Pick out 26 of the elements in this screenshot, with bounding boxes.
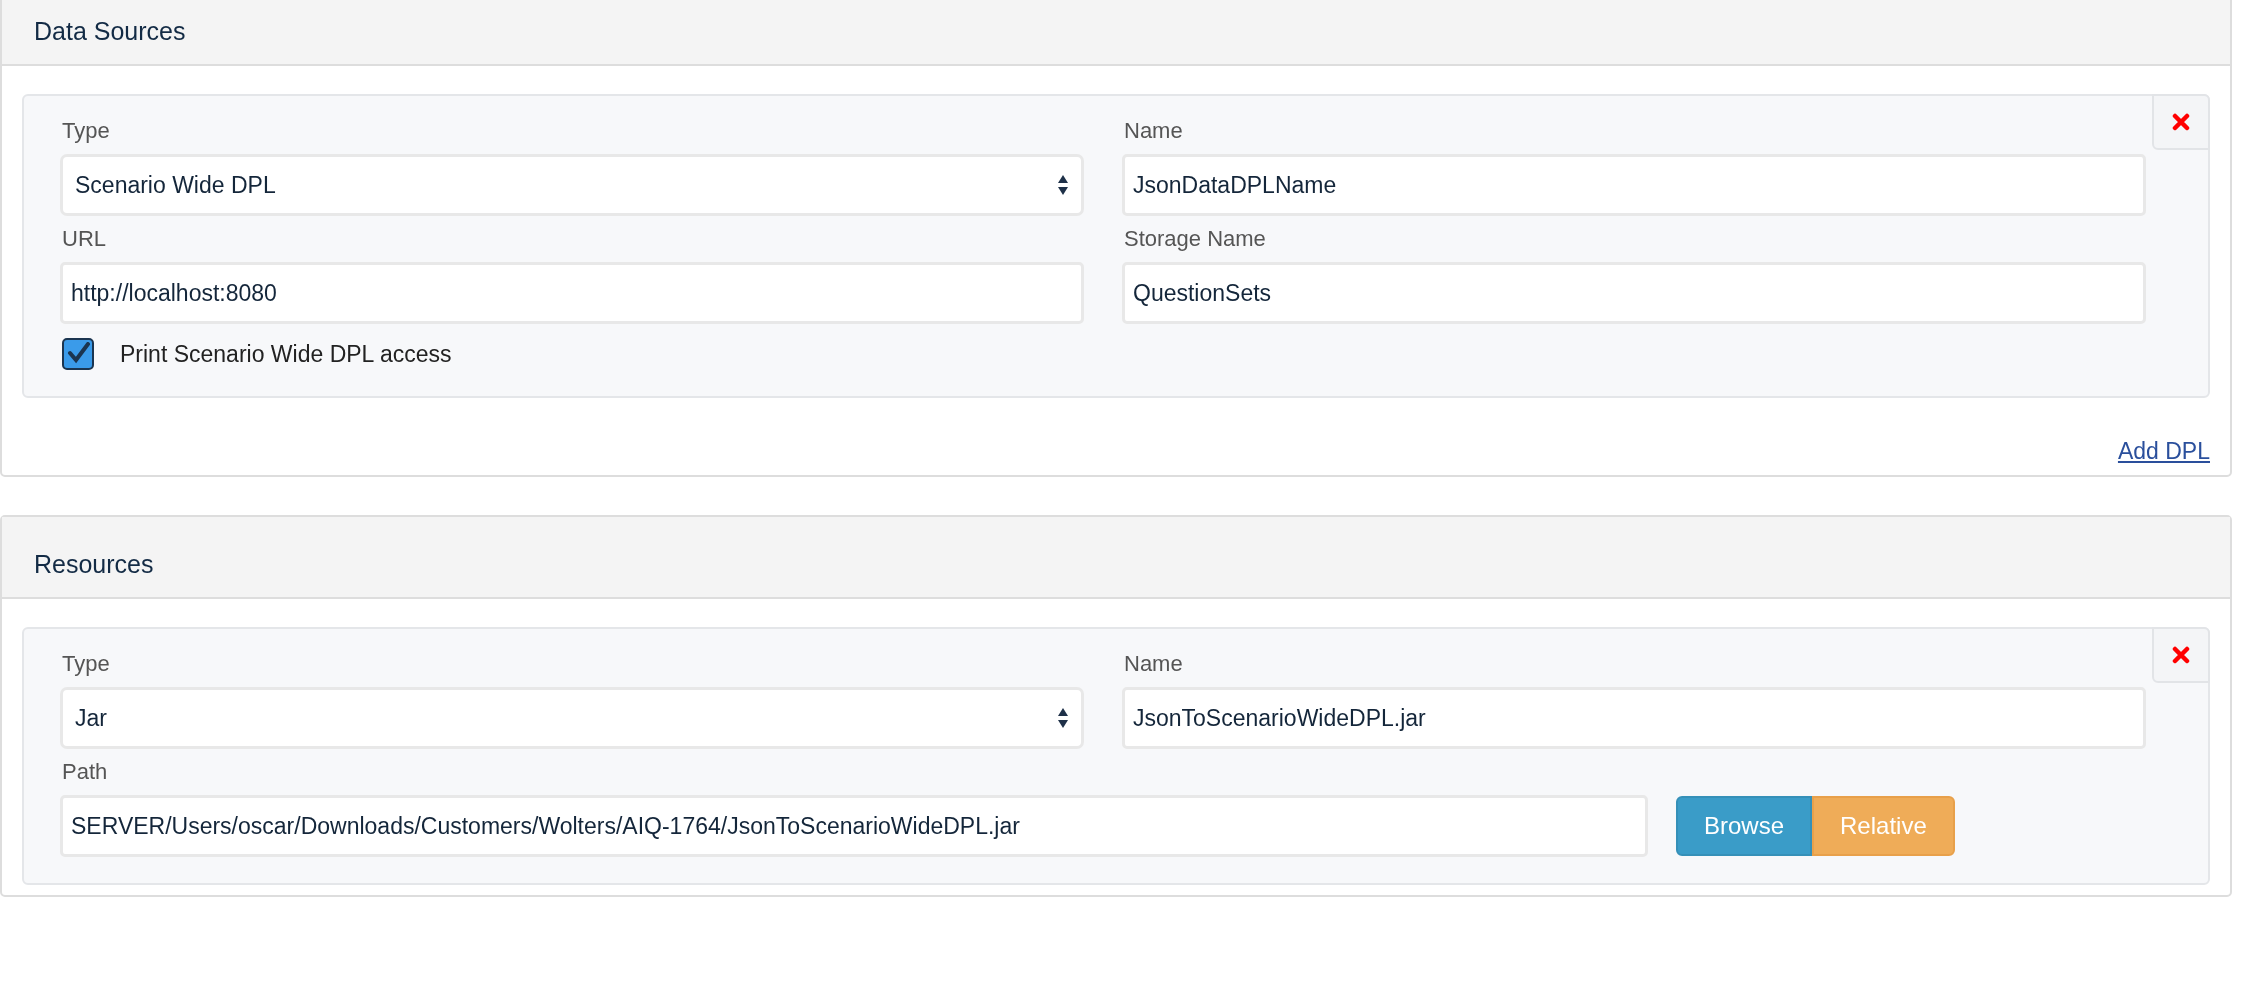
checkbox[interactable] bbox=[62, 338, 94, 370]
name-input[interactable]: JsonDataDPLName bbox=[1122, 154, 2146, 216]
checkmark-icon bbox=[65, 342, 91, 366]
close-icon bbox=[2172, 646, 2190, 664]
sort-arrows-icon bbox=[1057, 707, 1069, 729]
type-select[interactable]: Jar bbox=[60, 687, 1084, 749]
type-select[interactable]: Scenario Wide DPL bbox=[60, 154, 1084, 216]
checkbox-label: Print Scenario Wide DPL access bbox=[120, 340, 452, 368]
field-label: Storage Name bbox=[1123, 225, 1267, 253]
storage-name-input[interactable]: QuestionSets bbox=[1122, 262, 2146, 324]
sort-arrows-icon bbox=[1057, 174, 1069, 196]
field-label: Name bbox=[1123, 650, 1184, 678]
field-label: URL bbox=[61, 225, 107, 253]
remove-button[interactable] bbox=[2152, 627, 2210, 683]
path-input[interactable]: SERVER/Users/oscar/Downloads/Customers/Wolters/AIQ-1764/JsonToScenarioWideDPL.jar bbox=[60, 795, 1648, 857]
field-label: Name bbox=[1123, 117, 1184, 145]
field-label: Type bbox=[61, 117, 111, 145]
name-input[interactable]: JsonToScenarioWideDPL.jar bbox=[1122, 687, 2146, 749]
field-label: Path bbox=[61, 758, 109, 786]
panel-title: Data Sources bbox=[34, 17, 186, 46]
field-label: Type bbox=[61, 650, 111, 678]
remove-button[interactable] bbox=[2152, 94, 2210, 150]
close-icon bbox=[2172, 113, 2190, 131]
url-input[interactable]: http://localhost:8080 bbox=[60, 262, 1084, 324]
add-dpl-link[interactable]: Add DPL bbox=[2117, 438, 2210, 465]
panel-title: Resources bbox=[34, 550, 154, 579]
